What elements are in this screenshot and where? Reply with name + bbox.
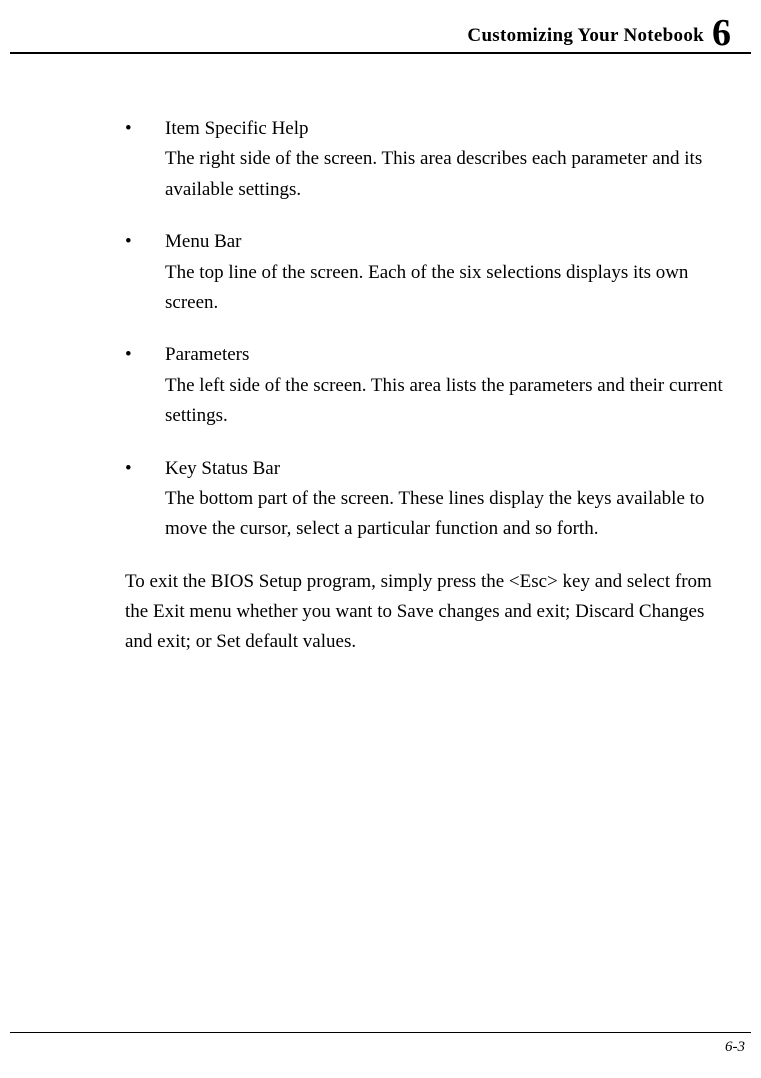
item-desc: The top line of the screen. Each of the … [165, 258, 741, 319]
list-item: Key Status Bar The bottom part of the sc… [125, 454, 741, 545]
item-desc: The right side of the screen. This area … [165, 144, 741, 205]
item-title: Item Specific Help [165, 114, 741, 144]
item-title: Key Status Bar [165, 454, 741, 484]
list-item: Item Specific Help The right side of the… [125, 114, 741, 205]
item-desc: The left side of the screen. This area l… [165, 371, 741, 432]
bullet-list: Item Specific Help The right side of the… [20, 114, 741, 545]
item-title: Menu Bar [165, 227, 741, 257]
list-item: Parameters The left side of the screen. … [125, 340, 741, 431]
header-title: Customizing Your Notebook [467, 25, 704, 47]
list-item: Menu Bar The top line of the screen. Eac… [125, 227, 741, 318]
item-title: Parameters [165, 340, 741, 370]
chapter-number: 6 [712, 14, 731, 52]
page-header: Customizing Your Notebook 6 [10, 0, 751, 54]
item-desc: The bottom part of the screen. These lin… [165, 484, 741, 545]
body-paragraph: To exit the BIOS Setup program, simply p… [20, 567, 741, 658]
page-number: 6-3 [725, 1039, 745, 1055]
content-area: Item Specific Help The right side of the… [0, 54, 761, 658]
page: Customizing Your Notebook 6 Item Specifi… [0, 0, 761, 1078]
page-footer: 6-3 [10, 1032, 751, 1056]
